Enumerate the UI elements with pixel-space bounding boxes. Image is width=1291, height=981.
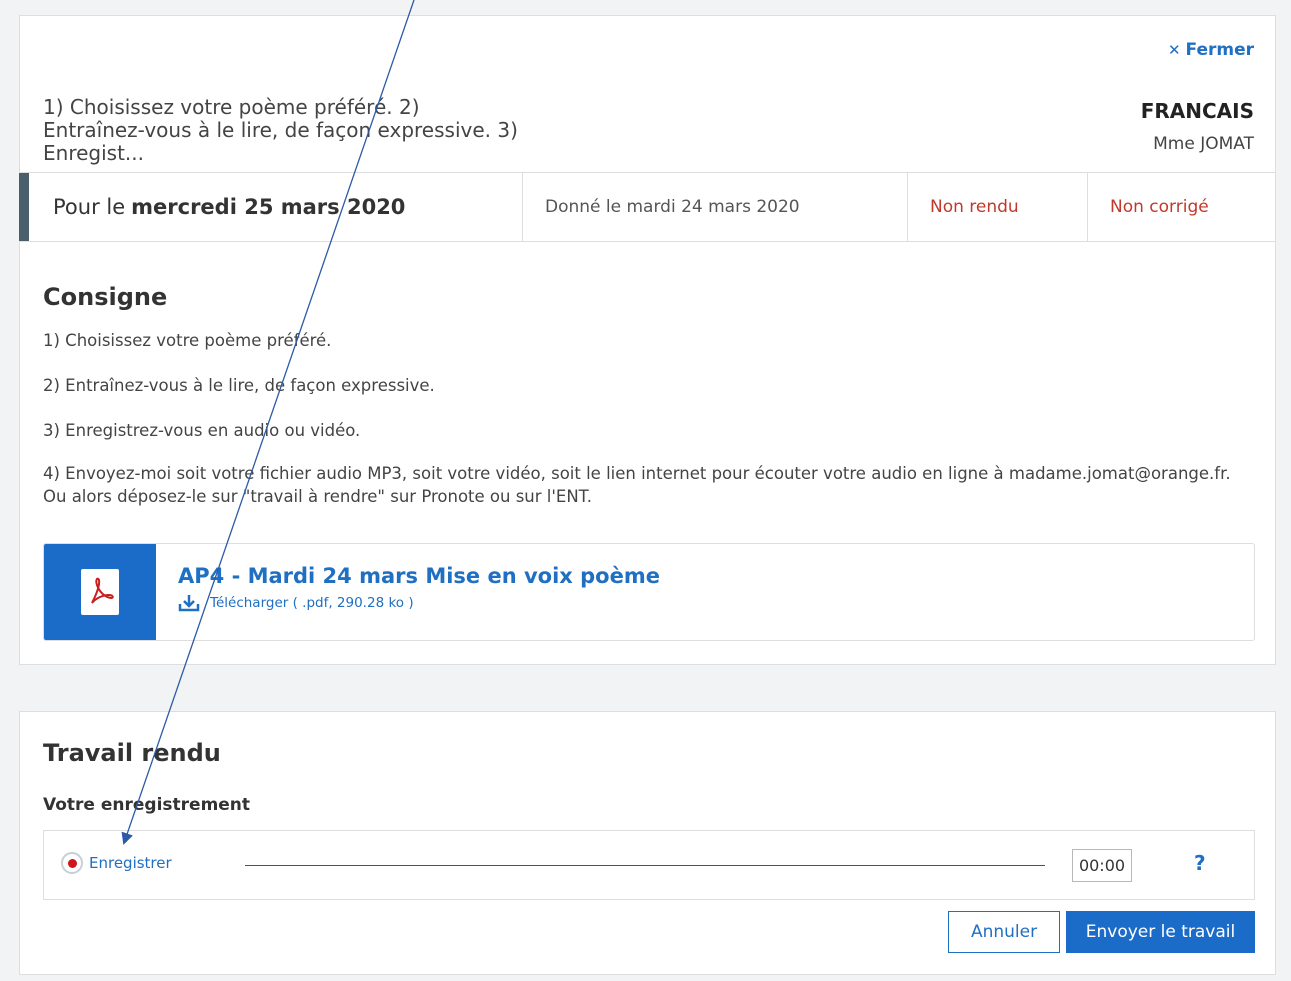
consigne-line: Ou alors déposez-le sur "travail à rendr… — [43, 487, 593, 506]
close-icon: ✕ — [1167, 41, 1181, 59]
download-link[interactable]: Télécharger ( .pdf, 290.28 ko ) — [178, 594, 660, 612]
due-prefix: Pour le — [53, 195, 126, 219]
send-work-button[interactable]: Envoyer le travail — [1066, 911, 1255, 953]
due-date: mercredi 25 mars 2020 — [131, 195, 406, 219]
recording-timer: 00:00 — [1072, 849, 1132, 882]
attachment-title-link[interactable]: AP4 - Mardi 24 mars Mise en voix poème — [178, 564, 660, 588]
audio-recorder: Enregistrer 00:00 ? — [43, 830, 1255, 900]
download-label: Télécharger ( .pdf, 290.28 ko ) — [210, 595, 414, 611]
record-icon — [61, 852, 83, 874]
correction-status: Non corrigé — [1110, 197, 1209, 217]
submission-status: Non rendu — [908, 173, 1088, 241]
due-date-cell: Pour le mercredi 25 mars 2020 — [19, 173, 523, 241]
work-heading: Travail rendu — [43, 739, 221, 767]
submission-card: Travail rendu Votre enregistrement Enreg… — [19, 711, 1276, 975]
record-button[interactable]: Enregistrer — [61, 852, 172, 874]
close-button[interactable]: ✕ Fermer — [1168, 40, 1254, 60]
attachment-card[interactable]: AP4 - Mardi 24 mars Mise en voix poème T… — [43, 543, 1255, 641]
teacher-name: Mme JOMAT — [1153, 134, 1254, 154]
homework-info-row: Pour le mercredi 25 mars 2020 Donné le m… — [19, 172, 1276, 242]
consigne-line: 2) Entraînez-vous à le lire, de façon ex… — [43, 376, 435, 395]
cancel-button[interactable]: Annuler — [948, 911, 1060, 953]
download-icon — [178, 595, 200, 612]
help-button[interactable]: ? — [1194, 851, 1206, 875]
consigne-line: 1) Choisissez votre poème préféré. — [43, 331, 332, 350]
consigne-heading: Consigne — [43, 283, 168, 311]
homework-card: ✕ Fermer 1) Choisissez votre poème préfé… — [19, 15, 1276, 665]
attachment-thumbnail — [44, 544, 156, 640]
homework-short-title: 1) Choisissez votre poème préféré. 2) En… — [43, 95, 518, 165]
record-label: Enregistrer — [89, 854, 172, 872]
consigne-line: 3) Enregistrez-vous en audio ou vidéo. — [43, 421, 361, 440]
recording-progress-track[interactable] — [245, 865, 1045, 866]
recording-label: Votre enregistrement — [43, 795, 251, 815]
pdf-icon — [81, 569, 119, 615]
consigne-line: 4) Envoyez-moi soit votre fichier audio … — [43, 464, 1231, 483]
subject-name: FRANCAIS — [1140, 99, 1254, 123]
close-label: Fermer — [1185, 40, 1254, 60]
given-date-cell: Donné le mardi 24 mars 2020 — [523, 173, 908, 241]
